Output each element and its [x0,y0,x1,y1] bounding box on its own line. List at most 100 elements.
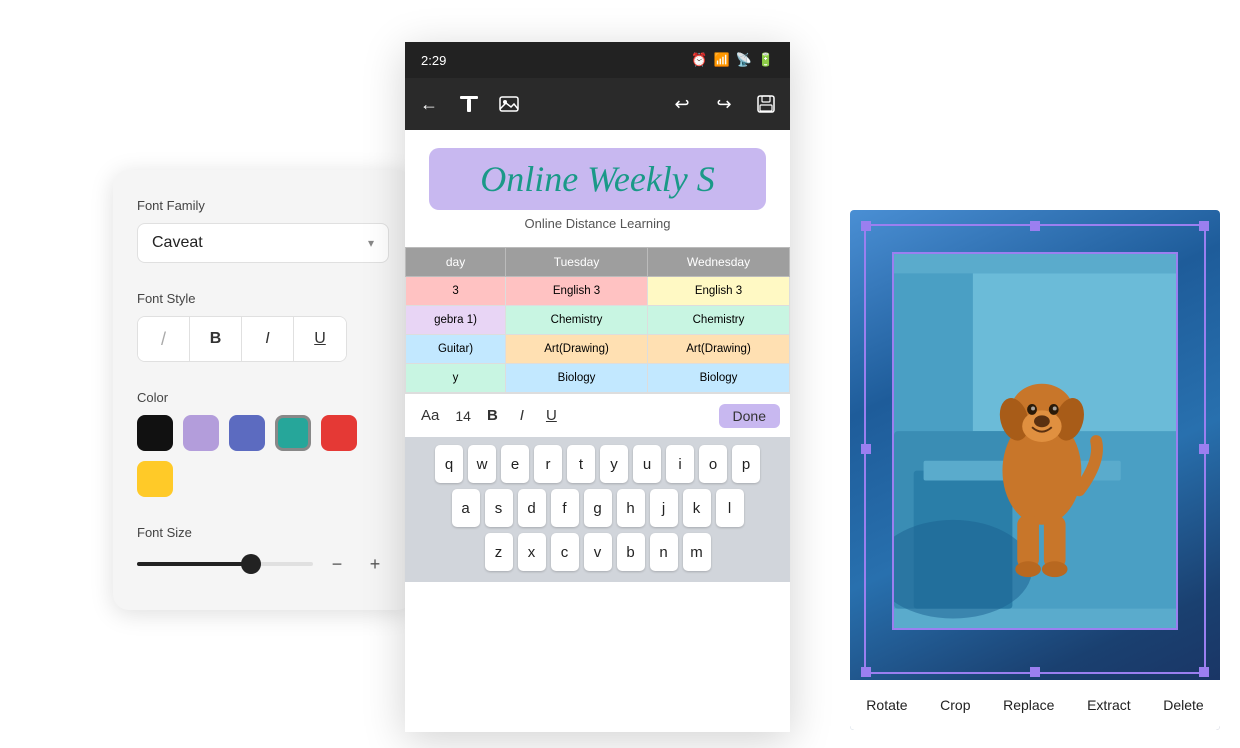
table-cell: English 3 [506,277,648,306]
key-u[interactable]: u [633,445,661,483]
table-cell: gebra 1) [406,306,506,335]
font-size-slider-track[interactable] [137,562,313,566]
key-r[interactable]: r [534,445,562,483]
key-w[interactable]: w [468,445,496,483]
color-swatch-red[interactable] [321,415,357,451]
table-cell: Guitar) [406,335,506,364]
back-arrow-icon[interactable]: ← [415,90,443,118]
table-cell: y [406,364,506,393]
save-icon[interactable] [752,90,780,118]
key-i[interactable]: i [666,445,694,483]
key-e[interactable]: e [501,445,529,483]
underline-format-button[interactable]: U [540,405,563,426]
color-section: Color [137,390,389,497]
color-swatch-black[interactable] [137,415,173,451]
key-d[interactable]: d [518,489,546,527]
key-c[interactable]: c [551,533,579,571]
key-y[interactable]: y [600,445,628,483]
key-o[interactable]: o [699,445,727,483]
dog-image [894,254,1176,628]
font-style-label: Font Style [137,291,389,306]
style-underline-button[interactable]: U [294,317,346,361]
style-bold-button[interactable]: B [190,317,242,361]
style-slash-button[interactable]: / [138,317,190,361]
table-cell: Biology [506,364,648,393]
font-family-dropdown[interactable]: Caveat ▾ [137,223,389,263]
handle-mid-left[interactable] [861,444,871,454]
color-swatch-yellow[interactable] [137,461,173,497]
clock-icon: ⏰ [691,52,707,68]
keyboard-area: q w e r t y u i o p a s d f g h j k l [405,437,790,582]
color-swatch-blue[interactable] [229,415,265,451]
italic-format-button[interactable]: I [514,405,530,426]
text-tool-icon[interactable] [455,90,483,118]
style-italic-button[interactable]: I [242,317,294,361]
inner-selection-box [892,252,1178,630]
font-aa-button[interactable]: Aa [415,405,445,426]
font-size-display: 14 [455,408,471,424]
handle-top-right[interactable] [1199,221,1209,231]
keyboard-row-1: q w e r t y u i o p [409,445,786,483]
phone-status-bar: 2:29 ⏰ 📶 📡 🔋 [405,42,790,78]
table-row: Guitar) Art(Drawing) Art(Drawing) [406,335,790,364]
dog-scene-svg [894,254,1176,628]
image-tool-icon[interactable] [495,90,523,118]
rotate-button[interactable]: Rotate [856,691,917,719]
undo-icon[interactable]: ↩ [668,90,696,118]
table-cell: Art(Drawing) [648,335,790,364]
redo-icon[interactable]: ↪ [710,90,738,118]
key-s[interactable]: s [485,489,513,527]
handle-mid-right[interactable] [1199,444,1209,454]
bold-format-button[interactable]: B [481,405,504,426]
font-style-buttons: / B I U [137,316,347,362]
key-n[interactable]: n [650,533,678,571]
key-g[interactable]: g [584,489,612,527]
replace-button[interactable]: Replace [993,691,1064,719]
key-q[interactable]: q [435,445,463,483]
handle-top-left[interactable] [861,221,871,231]
keyboard-row-2: a s d f g h j k l [409,489,786,527]
font-size-section: Font Size − + [137,525,389,578]
chevron-down-icon: ▾ [368,236,374,250]
done-button[interactable]: Done [719,404,780,428]
table-header-wednesday: Wednesday [648,248,790,277]
extract-button[interactable]: Extract [1077,691,1141,719]
table-cell: Biology [648,364,790,393]
color-swatch-green[interactable] [275,415,311,451]
key-b[interactable]: b [617,533,645,571]
key-f[interactable]: f [551,489,579,527]
key-m[interactable]: m [683,533,711,571]
key-x[interactable]: x [518,533,546,571]
color-swatch-lavender[interactable] [183,415,219,451]
keyboard-row-3: z x c v b n m [409,533,786,571]
color-swatches [137,415,389,497]
image-panel-bg: Rotate Crop Replace Extract Delete [850,210,1220,730]
phone-toolbar: ← ↩ ↪ [405,78,790,130]
key-j[interactable]: j [650,489,678,527]
delete-button[interactable]: Delete [1153,691,1213,719]
font-family-value: Caveat [152,234,203,252]
crop-button[interactable]: Crop [930,691,980,719]
handle-top-mid[interactable] [1030,221,1040,231]
doc-title-box: Online Weekly S [429,148,766,210]
font-size-decrease-button[interactable]: − [323,550,351,578]
battery-icon: 🔋 [758,52,774,68]
status-icons: ⏰ 📶 📡 🔋 [691,52,774,68]
doc-subtitle: Online Distance Learning [525,216,671,231]
key-t[interactable]: t [567,445,595,483]
handle-bottom-right[interactable] [1199,667,1209,677]
key-v[interactable]: v [584,533,612,571]
key-h[interactable]: h [617,489,645,527]
key-z[interactable]: z [485,533,513,571]
doc-header: Online Weekly S Online Distance Learning [405,130,790,247]
handle-bottom-mid[interactable] [1030,667,1040,677]
slider-thumb[interactable] [241,554,261,574]
key-a[interactable]: a [452,489,480,527]
key-l[interactable]: l [716,489,744,527]
image-toolbar: Rotate Crop Replace Extract Delete [850,680,1220,730]
key-p[interactable]: p [732,445,760,483]
signal-icon: 📡 [736,52,752,68]
key-k[interactable]: k [683,489,711,527]
font-size-increase-button[interactable]: + [361,550,389,578]
handle-bottom-left[interactable] [861,667,871,677]
